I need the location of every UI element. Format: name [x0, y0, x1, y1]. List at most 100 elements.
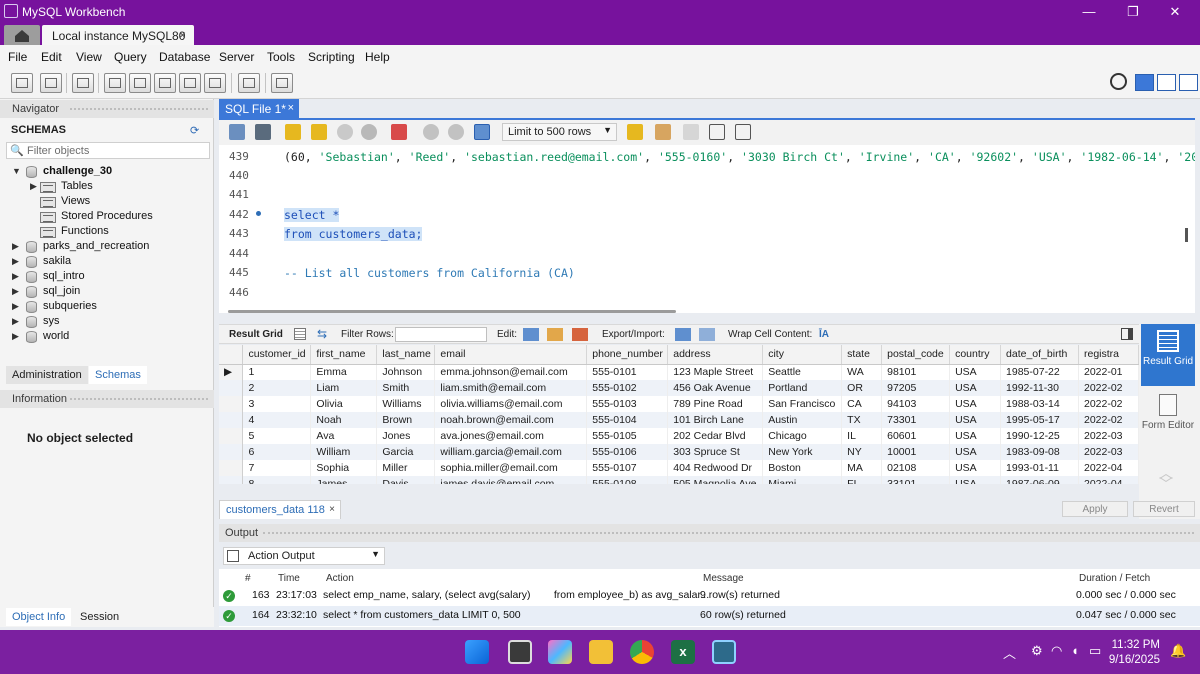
- column-header[interactable]: customer_id: [242, 345, 312, 365]
- table-cell[interactable]: 1987-06-09: [1000, 476, 1079, 484]
- schema-item-sql-join[interactable]: ▶ sql_join: [12, 285, 212, 300]
- table-cell[interactable]: 2022-03: [1078, 428, 1139, 444]
- expand-arrow-icon[interactable]: ▶: [12, 271, 19, 282]
- expand-arrow-icon[interactable]: ▶: [30, 181, 37, 192]
- table-cell[interactable]: 202 Cedar Blvd: [667, 428, 764, 444]
- filter-objects-input[interactable]: 🔍 Filter objects: [6, 142, 210, 159]
- table-cell[interactable]: NY: [841, 444, 883, 460]
- table-cell[interactable]: USA: [949, 380, 1002, 396]
- table-cell[interactable]: Emma: [310, 364, 378, 380]
- table-cell[interactable]: 2022-02: [1078, 396, 1139, 412]
- create-table-icon[interactable]: [129, 73, 151, 93]
- connection-tab[interactable]: Local instance MySQL80 ×: [42, 25, 194, 45]
- menu-scripting[interactable]: Scripting: [308, 50, 355, 64]
- row-header[interactable]: [219, 428, 244, 444]
- export-icon[interactable]: [675, 328, 691, 341]
- settings-icon[interactable]: [1110, 73, 1127, 90]
- table-cell[interactable]: USA: [949, 444, 1002, 460]
- table-cell[interactable]: Ava: [310, 428, 378, 444]
- table-cell[interactable]: Davis: [376, 476, 436, 484]
- table-cell[interactable]: liam.smith@email.com: [434, 380, 588, 396]
- volume-icon[interactable]: ◖: [1071, 643, 1079, 658]
- row-header[interactable]: [219, 444, 244, 460]
- table-cell[interactable]: noah.brown@email.com: [434, 412, 588, 428]
- apply-button[interactable]: Apply: [1062, 501, 1128, 517]
- table-cell[interactable]: 123 Maple Street: [667, 364, 764, 380]
- table-cell[interactable]: 2022-03: [1078, 444, 1139, 460]
- menu-file[interactable]: File: [8, 50, 27, 64]
- row-header[interactable]: [219, 412, 244, 428]
- table-cell[interactable]: USA: [949, 460, 1002, 476]
- wifi-icon[interactable]: ◠: [1051, 643, 1062, 659]
- table-row[interactable]: 4 Noah Brown noah.brown@email.com 555-0104 10…: [219, 412, 1139, 428]
- table-cell[interactable]: 1985-07-22: [1000, 364, 1079, 380]
- column-header[interactable]: phone_number: [586, 345, 669, 365]
- table-cell[interactable]: 1995-05-17: [1000, 412, 1079, 428]
- tab-administration[interactable]: Administration: [6, 366, 88, 384]
- expand-arrow-icon[interactable]: ▶: [12, 286, 19, 297]
- table-cell[interactable]: ava.jones@email.com: [434, 428, 588, 444]
- table-cell[interactable]: Miami: [762, 476, 843, 484]
- schema-item-world[interactable]: ▶ world: [12, 330, 212, 345]
- table-cell[interactable]: USA: [949, 412, 1002, 428]
- table-cell[interactable]: James: [310, 476, 378, 484]
- column-header[interactable]: last_name: [376, 345, 436, 365]
- editor-horizontal-scrollbar[interactable]: [228, 310, 676, 313]
- schema-item-challenge-30[interactable]: ▼ challenge_30: [12, 165, 212, 180]
- table-row[interactable]: ▶ 1 Emma Johnson emma.johnson@email.com 555-0…: [219, 364, 1139, 380]
- table-cell[interactable]: USA: [949, 476, 1002, 484]
- task-view-icon[interactable]: [508, 640, 532, 664]
- minimize-button[interactable]: —: [1074, 2, 1104, 22]
- execute-icon[interactable]: [285, 124, 301, 140]
- result-grid-view-button[interactable]: Result Grid: [1141, 324, 1195, 386]
- table-cell[interactable]: Portland: [762, 380, 843, 396]
- table-cell[interactable]: olivia.williams@email.com: [434, 396, 588, 412]
- output-row[interactable]: ✓ 164 23:32:10 select * from customers_d…: [219, 606, 1200, 626]
- output-row[interactable]: ✓ 163 23:17:03 select emp_name, salary, …: [219, 586, 1200, 605]
- table-cell[interactable]: 98101: [881, 364, 951, 380]
- editor-vertical-scrollbar[interactable]: [1185, 228, 1188, 242]
- toggle-secondary-sidebar-icon[interactable]: [1179, 74, 1198, 91]
- column-header[interactable]: state: [841, 345, 883, 365]
- table-row[interactable]: 3 Olivia Williams olivia.williams@email.com…: [219, 396, 1139, 412]
- toggle-continue-on-error-icon[interactable]: [391, 124, 407, 140]
- table-cell[interactable]: Garcia: [376, 444, 436, 460]
- table-cell[interactable]: james.davis@email.com: [434, 476, 588, 484]
- table-cell[interactable]: 555-0105: [586, 428, 669, 444]
- notifications-bell-icon[interactable]: 🔔: [1170, 643, 1186, 659]
- tab-session[interactable]: Session: [74, 608, 125, 626]
- menu-server[interactable]: Server: [219, 50, 254, 64]
- expand-arrow-icon[interactable]: ▶: [12, 256, 19, 267]
- table-cell[interactable]: 8: [242, 476, 312, 484]
- expand-arrow-icon[interactable]: ▶: [12, 331, 19, 342]
- table-cell[interactable]: 2022-02: [1078, 412, 1139, 428]
- table-cell[interactable]: 02108: [881, 460, 951, 476]
- tree-item-functions[interactable]: Functions: [30, 225, 210, 240]
- create-function-icon[interactable]: [204, 73, 226, 93]
- column-header[interactable]: address: [667, 345, 764, 365]
- close-result-tab-icon[interactable]: ×: [329, 504, 335, 515]
- table-cell[interactable]: 303 Spruce St: [667, 444, 764, 460]
- table-cell[interactable]: Smith: [376, 380, 436, 396]
- reconnect-icon[interactable]: [271, 73, 293, 93]
- output-type-select[interactable]: Action Output ▼: [223, 547, 385, 565]
- table-cell[interactable]: 60601: [881, 428, 951, 444]
- table-cell[interactable]: 555-0101: [586, 364, 669, 380]
- table-cell[interactable]: Liam: [310, 380, 378, 396]
- invisible-chars-icon[interactable]: [683, 124, 699, 140]
- revert-button[interactable]: Revert: [1133, 501, 1195, 517]
- schema-item-subqueries[interactable]: ▶ subqueries: [12, 300, 212, 315]
- sql-file-tab[interactable]: SQL File 1* ×: [219, 99, 299, 118]
- column-header[interactable]: country: [949, 345, 1002, 365]
- table-cell[interactable]: 789 Pine Road: [667, 396, 764, 412]
- inspector-icon[interactable]: [72, 73, 94, 93]
- menu-view[interactable]: View: [76, 50, 102, 64]
- menu-tools[interactable]: Tools: [267, 50, 295, 64]
- menu-help[interactable]: Help: [365, 50, 390, 64]
- table-cell[interactable]: 94103: [881, 396, 951, 412]
- expand-arrow-icon[interactable]: ▶: [12, 241, 19, 252]
- table-cell[interactable]: 4: [242, 412, 312, 428]
- table-cell[interactable]: Austin: [762, 412, 843, 428]
- create-schema-icon[interactable]: [104, 73, 126, 93]
- table-cell[interactable]: MA: [841, 460, 883, 476]
